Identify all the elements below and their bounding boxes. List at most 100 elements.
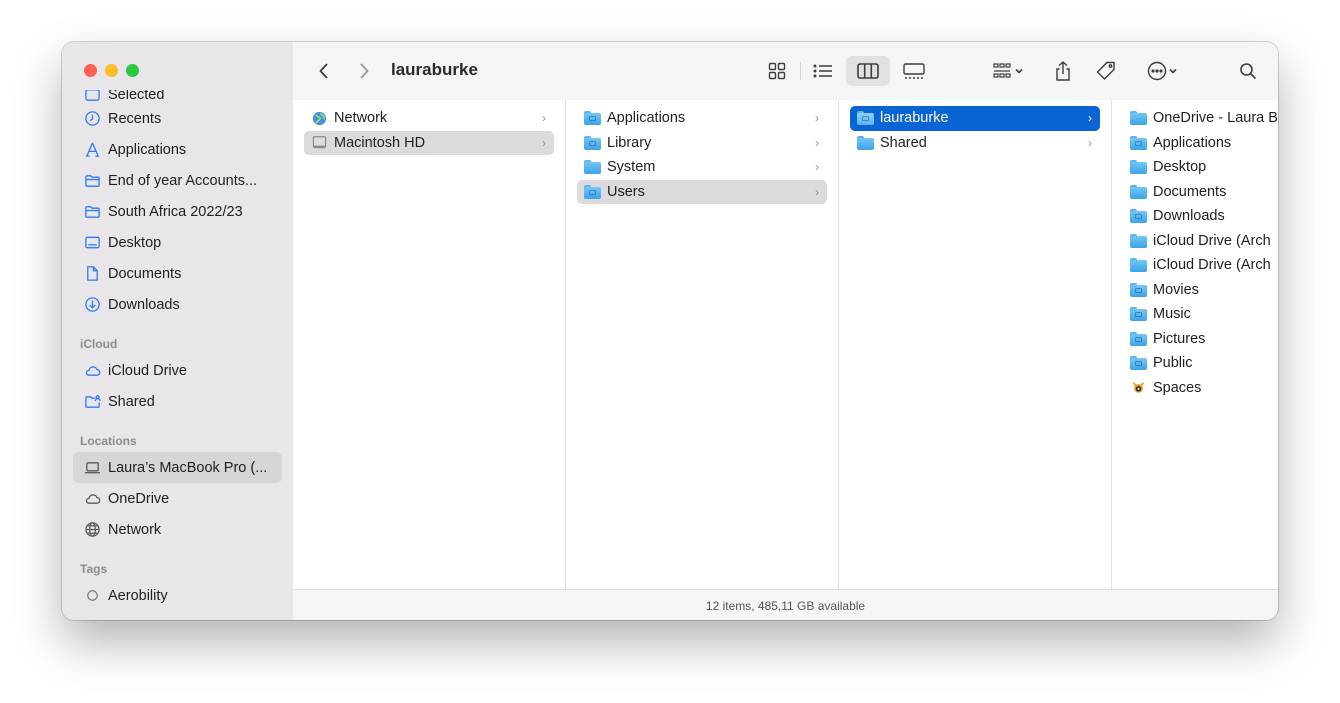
sidebar-item-applications[interactable]: Applications [73,134,282,165]
column-row[interactable]: Public [1123,351,1271,376]
column-row-selected[interactable]: lauraburke › [850,106,1100,131]
chevron-right-icon: › [1088,135,1092,150]
finder-window: Selected Recents Applications End of yea… [62,42,1278,620]
sidebar-section-locations: Locations [80,434,137,448]
search-button[interactable] [1233,56,1263,86]
column-row[interactable]: System › [577,155,827,180]
tag-button[interactable] [1090,56,1122,86]
chevron-down-icon [1015,68,1023,74]
folder-icon [1130,160,1147,175]
column-row[interactable]: Shared › [850,131,1100,156]
row-label: Documents [1153,183,1227,200]
chevron-right-icon [360,63,369,79]
window-title: lauraburke [391,60,478,79]
laptop-icon [83,459,101,477]
sidebar-item-downloads[interactable]: Downloads [73,289,282,320]
row-label: Network [334,110,388,127]
pictures-folder-icon [1130,331,1147,346]
sidebar-item-documents[interactable]: Documents [73,258,282,289]
sidebar-item-label: Documents [108,265,182,282]
column-row[interactable]: iCloud Drive (Arch [1123,253,1271,278]
sidebar-item-label: Network [108,521,162,538]
sidebar-item-end-of-year-accounts[interactable]: End of year Accounts... [73,165,282,196]
row-label: Users [607,183,645,200]
column-row[interactable]: Applications › [577,106,827,131]
sidebar-item-south-africa[interactable]: South Africa 2022/23 [73,196,282,227]
sidebar-item-recents[interactable]: Recents [73,103,282,134]
column-1[interactable]: Network › Macintosh HD › [293,100,566,589]
column-row[interactable]: Spaces [1123,376,1271,401]
sidebar-item-network[interactable]: Network [73,514,282,545]
column-row-selected[interactable]: Macintosh HD › [304,130,554,155]
column-row[interactable]: Music [1123,302,1271,327]
chevron-right-icon: › [815,111,819,125]
sidebar-item-shared[interactable]: Shared [73,386,282,417]
forward-button[interactable] [351,56,377,86]
chevron-right-icon: › [815,184,819,199]
folder-icon [584,135,601,150]
sidebar-item-onedrive[interactable]: OneDrive [73,483,282,514]
column-row[interactable]: Applications [1123,131,1271,156]
sidebar: Selected Recents Applications End of yea… [62,42,294,620]
spaces-app-icon [1132,382,1145,394]
column-row[interactable]: OneDrive - Laura B [1123,106,1278,131]
sidebar-item-label: Laura’s MacBook Pro (... [108,459,268,476]
back-button[interactable] [311,56,337,86]
column-row[interactable]: Library › [577,131,827,156]
chevron-right-icon: › [815,160,819,174]
sidebar-item-macbook-pro[interactable]: Laura’s MacBook Pro (... [73,452,282,483]
sidebar-item-selected[interactable]: Selected [73,90,282,103]
row-label: Library [607,134,652,151]
column-row[interactable]: Desktop [1123,155,1271,180]
folder-icon [1130,233,1147,248]
column-row[interactable]: Documents [1123,180,1271,205]
column-row[interactable]: iCloud Drive (Arch [1123,229,1271,254]
sidebar-item-icloud-drive[interactable]: iCloud Drive [73,355,282,386]
row-label: Music [1153,306,1191,323]
row-label: Movies [1153,281,1199,298]
column-row[interactable]: Network › [304,106,554,131]
download-icon [83,296,101,314]
column-row[interactable]: Pictures [1123,327,1271,352]
sidebar-item-label: End of year Accounts... [108,172,258,189]
sidebar-item-label: Applications [108,141,187,158]
cloud-icon [83,490,101,508]
list-view-button[interactable] [807,56,839,86]
folder-icon [584,160,601,175]
sidebar-list[interactable]: Selected Recents Applications End of yea… [62,90,293,620]
minimize-button[interactable] [105,64,118,77]
column-3[interactable]: lauraburke › Shared › [839,100,1112,589]
zoom-button[interactable] [126,64,139,77]
onedrive-folder-icon [1130,111,1147,126]
chevron-left-icon [319,63,328,79]
column-row-selected[interactable]: Users › [577,179,827,204]
column-2[interactable]: Applications › Library › System › Users … [566,100,839,589]
gallery-view-button[interactable] [897,56,931,86]
sidebar-item-tag-aerobility[interactable]: Aerobility [73,580,282,611]
ellipsis-circle-icon [1147,61,1167,81]
folder-icon [584,111,601,126]
icon-view-button[interactable] [761,56,793,86]
column-4[interactable]: OneDrive - Laura B Applications Desktop … [1112,100,1278,589]
row-label: Applications [607,110,686,127]
row-label: Macintosh HD [334,134,426,151]
sidebar-item-label: Desktop [108,234,162,251]
sidebar-item-label: Downloads [108,296,180,313]
music-folder-icon [1130,307,1147,322]
row-label: lauraburke [880,110,949,127]
column-view-button[interactable] [846,56,890,86]
sidebar-item-desktop[interactable]: Desktop [73,227,282,258]
toolbar-divider [800,62,801,80]
share-icon [1056,61,1070,81]
share-button[interactable] [1048,56,1078,86]
desktop-icon [83,234,101,252]
document-icon [83,265,101,283]
gallery-icon [903,63,925,79]
sidebar-item-label: iCloud Drive [108,362,187,379]
column-row[interactable]: Movies [1123,278,1271,303]
more-actions-button[interactable] [1138,56,1186,86]
toolbar: lauraburke [293,42,1278,101]
group-by-button[interactable] [986,56,1030,86]
column-row[interactable]: Downloads [1123,204,1271,229]
close-button[interactable] [84,64,97,77]
